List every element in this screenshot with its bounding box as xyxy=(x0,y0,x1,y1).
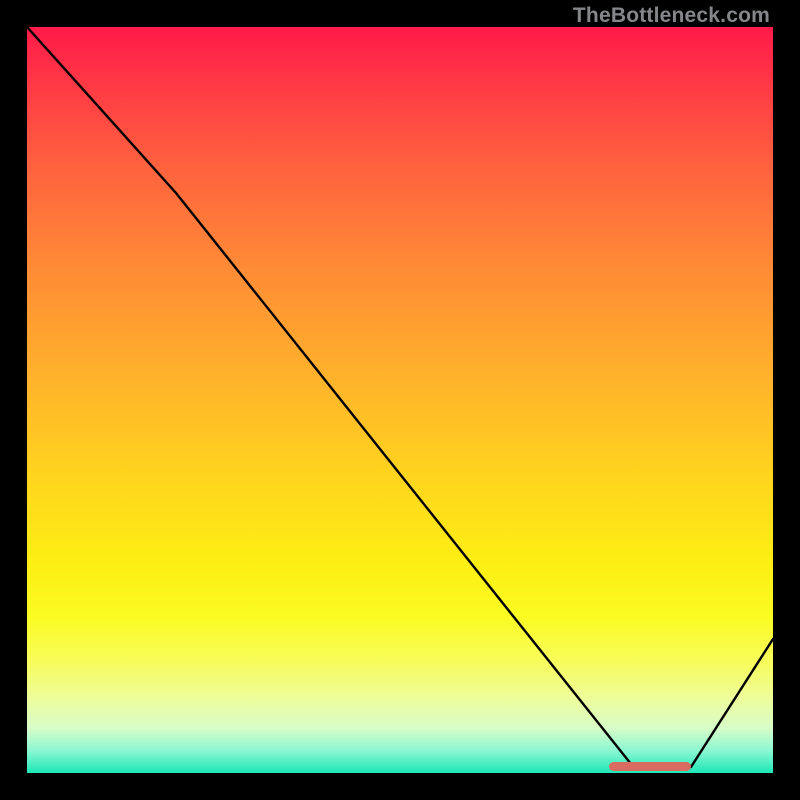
optimal-range-marker xyxy=(609,762,691,771)
bottleneck-curve xyxy=(27,27,773,773)
plot-area xyxy=(27,27,773,773)
watermark-text: TheBottleneck.com xyxy=(573,4,770,28)
